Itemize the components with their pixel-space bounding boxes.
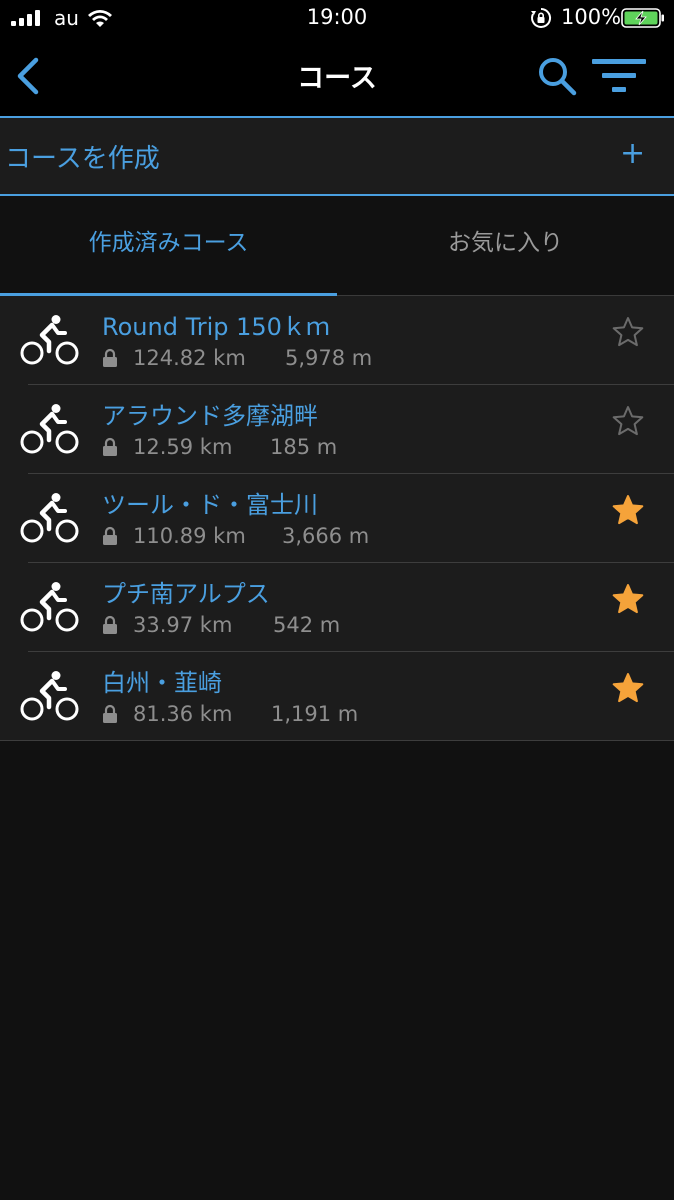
course-distance: 124.82 km [133,346,246,370]
create-course-label: コースを作成 [5,144,160,174]
course-name: 白州・韮崎 [102,669,222,697]
filter-icon[interactable] [592,56,646,96]
navigation-bar: コース [0,38,674,116]
bicycle-icon [20,493,79,543]
course-tabs: 作成済みコース お気に入り [0,196,674,296]
bicycle-icon [20,582,79,632]
course-name: ツール・ド・富士川 [102,491,318,519]
bicycle-icon [20,315,79,365]
course-list-item[interactable]: ツール・ド・富士川 110.89 km 3,666 m [0,474,674,563]
course-name: アラウンド多摩湖畔 [102,402,318,430]
course-elevation: 542 m [273,613,341,637]
bicycle-icon [20,671,79,721]
create-course-button[interactable]: コースを作成 + [0,116,674,196]
course-list: Round Trip 150ｋｍ 124.82 km 5,978 m アラウンド… [0,296,674,741]
course-list-item[interactable]: アラウンド多摩湖畔 12.59 km 185 m [0,385,674,474]
lock-icon [103,526,117,545]
tab-favorites[interactable]: お気に入り [337,196,674,296]
favorite-star-icon[interactable] [611,583,645,615]
favorite-star-icon[interactable] [611,672,645,704]
course-list-item[interactable]: Round Trip 150ｋｍ 124.82 km 5,978 m [0,296,674,385]
favorite-star-icon[interactable] [611,316,645,348]
plus-icon: + [620,136,646,171]
bicycle-icon [20,404,79,454]
course-elevation: 3,666 m [282,524,370,548]
search-icon[interactable] [537,56,577,96]
lock-icon [103,437,117,456]
lock-icon [103,704,117,723]
course-name: プチ南アルプス [102,580,270,608]
status-bar: au 19:00 100% [0,0,674,38]
course-list-item[interactable]: プチ南アルプス 33.97 km 542 m [0,563,674,652]
course-list-item[interactable]: 白州・韮崎 81.36 km 1,191 m [0,652,674,741]
course-elevation: 5,978 m [285,346,373,370]
course-elevation: 1,191 m [271,702,359,726]
course-distance: 12.59 km [133,435,233,459]
course-distance: 81.36 km [133,702,233,726]
lock-icon [103,615,117,634]
course-distance: 33.97 km [133,613,233,637]
course-name: Round Trip 150ｋｍ [102,313,330,341]
row-separator [0,740,674,741]
orientation-lock-icon [531,7,552,28]
course-distance: 110.89 km [133,524,246,548]
battery-charging-icon [621,8,664,28]
lock-icon [103,348,117,367]
favorite-star-icon[interactable] [611,405,645,437]
tab-created-courses[interactable]: 作成済みコース [0,196,337,296]
course-elevation: 185 m [270,435,338,459]
favorite-star-icon[interactable] [611,494,645,526]
battery-percent: 100% [561,5,622,29]
